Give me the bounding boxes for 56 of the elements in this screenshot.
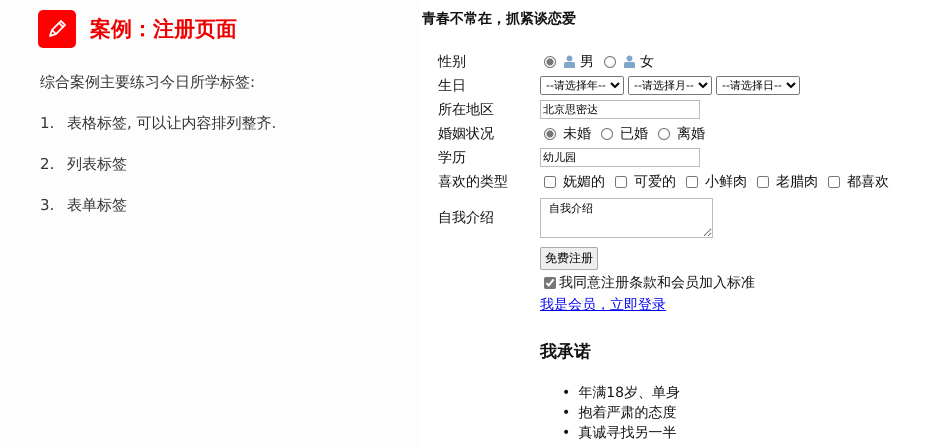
list-number: 1. xyxy=(40,114,56,133)
radio-button[interactable] xyxy=(544,56,556,68)
option-label: 妩媚的 xyxy=(563,172,605,190)
list-number: 2. xyxy=(40,155,56,174)
bullet: • xyxy=(562,424,570,443)
bullet: • xyxy=(562,404,570,423)
checkbox[interactable] xyxy=(757,176,769,188)
option-label: 男 xyxy=(580,52,594,70)
textarea-field[interactable]: 自我介绍 xyxy=(540,198,713,238)
option-label: 离婚 xyxy=(677,124,705,142)
option-label: 已婚 xyxy=(620,124,648,142)
field-label: 所在地区 xyxy=(438,100,495,120)
field-label: 生日 xyxy=(438,76,467,96)
radio-button[interactable] xyxy=(658,128,670,140)
login-link[interactable]: 我是会员，立即登录 xyxy=(540,296,666,314)
option-label: 可爱的 xyxy=(634,172,676,190)
promise-item: 真诚寻找另一半 xyxy=(578,424,676,443)
person-icon xyxy=(623,54,636,68)
dropdown[interactable]: --请选择年-- xyxy=(540,76,624,95)
input-field[interactable]: 北京思密达 xyxy=(540,100,700,119)
checkbox[interactable] xyxy=(686,176,698,188)
intro-text: 综合案例主要练习今日所学标签: xyxy=(40,73,256,92)
option-label: 都喜欢 xyxy=(847,172,889,190)
option-label: 小鲜肉 xyxy=(705,172,747,190)
list-text: 表格标签, 可以让内容排列整齐. xyxy=(67,114,276,133)
page-heading: 青春不常在，抓紧谈恋爱 xyxy=(422,10,577,28)
option-label: 女 xyxy=(640,52,654,70)
option-label: 老腊肉 xyxy=(776,172,818,190)
agree-label: 我同意注册条款和会员加入标准 xyxy=(559,274,755,292)
list-number: 3. xyxy=(40,196,56,215)
radio-button[interactable] xyxy=(601,128,613,140)
checkbox[interactable] xyxy=(615,176,627,188)
bullet: • xyxy=(562,384,570,403)
input-field[interactable]: 幼儿园 xyxy=(540,148,700,167)
field-label: 学历 xyxy=(438,148,467,168)
promise-heading: 我承诺 xyxy=(540,341,592,363)
field-label: 婚姻状况 xyxy=(438,124,495,144)
checkbox[interactable] xyxy=(828,176,840,188)
promise-item: 年满18岁、单身 xyxy=(578,384,680,403)
radio-button[interactable] xyxy=(544,128,556,140)
checkbox[interactable] xyxy=(544,176,556,188)
dropdown[interactable]: --请选择日-- xyxy=(716,76,800,95)
radio-button[interactable] xyxy=(604,56,616,68)
pencil-icon xyxy=(38,10,76,48)
promise-item: 抱着严肃的态度 xyxy=(578,404,676,423)
register-button[interactable]: 免费注册 xyxy=(540,247,598,270)
list-text: 表单标签 xyxy=(67,196,127,215)
field-label: 喜欢的类型 xyxy=(438,172,509,192)
slide-title: 案例：注册页面 xyxy=(90,16,237,43)
option-label: 未婚 xyxy=(563,124,591,142)
dropdown[interactable]: --请选择月-- xyxy=(628,76,712,95)
field-label: 性别 xyxy=(438,52,467,72)
agree-checkbox[interactable] xyxy=(544,277,556,289)
list-text: 列表标签 xyxy=(67,155,127,174)
field-label: 自我介绍 xyxy=(438,209,495,228)
person-icon xyxy=(563,54,576,68)
